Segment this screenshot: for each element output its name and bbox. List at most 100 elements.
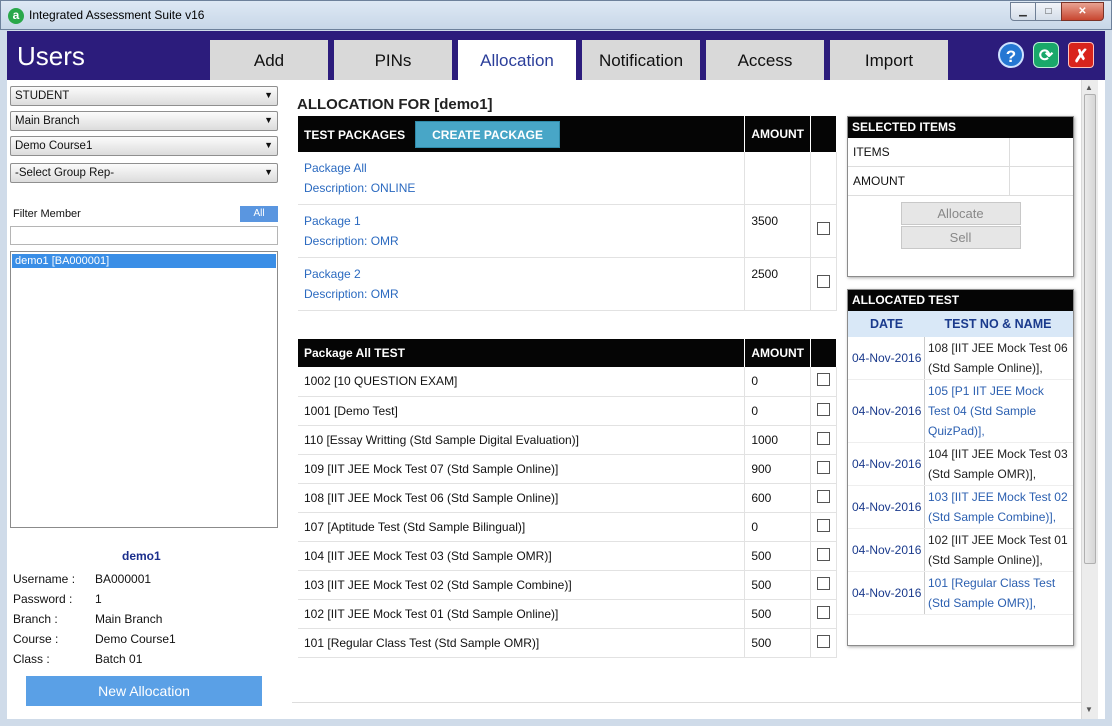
member-list[interactable]: demo1 [BA000001] bbox=[10, 251, 278, 528]
table-row[interactable]: 103 [IIT JEE Mock Test 02 (Std Sample Co… bbox=[298, 570, 837, 600]
test-checkbox[interactable] bbox=[817, 576, 830, 590]
list-item: 04-Nov-2016 101 [Regular Class Test (Std … bbox=[848, 572, 1073, 615]
password-value: 1 bbox=[95, 592, 102, 606]
test-checkbox[interactable] bbox=[817, 634, 830, 648]
branch-value: Main Branch bbox=[95, 612, 163, 626]
allocated-date: 04-Nov-2016 bbox=[848, 337, 925, 379]
scroll-up-icon[interactable]: ▲ bbox=[1085, 83, 1093, 92]
chevron-down-icon: ▼ bbox=[264, 167, 273, 177]
list-item[interactable]: demo1 [BA000001] bbox=[12, 254, 276, 268]
test-name: 1002 [10 QUESTION EXAM] bbox=[298, 367, 746, 397]
table-row[interactable]: 109 [IIT JEE Mock Test 07 (Std Sample On… bbox=[298, 454, 837, 484]
test-name: 109 [IIT JEE Mock Test 07 (Std Sample On… bbox=[298, 454, 746, 484]
exit-icon[interactable]: ✗ bbox=[1068, 42, 1094, 68]
package-checkbox[interactable] bbox=[817, 275, 830, 288]
minimize-button[interactable]: ▁ bbox=[1010, 2, 1036, 21]
table-row[interactable]: 110 [Essay Writting (Std Sample Digital … bbox=[298, 425, 837, 455]
test-checkbox[interactable] bbox=[817, 373, 830, 387]
table-row[interactable]: 1001 [Demo Test] 0 bbox=[298, 396, 837, 426]
table-row[interactable]: 1002 [10 QUESTION EXAM] 0 bbox=[298, 367, 837, 397]
course-select[interactable]: Demo Course1 ▼ bbox=[10, 136, 278, 156]
allocated-test-panel: ALLOCATED TEST DATE TEST NO & NAME 04-No… bbox=[847, 289, 1074, 646]
refresh-icon[interactable]: ⟳ bbox=[1033, 42, 1059, 68]
group-select[interactable]: -Select Group Rep- ▼ bbox=[10, 163, 278, 183]
table-row[interactable]: 107 [Aptitude Test (Std Sample Bilingual… bbox=[298, 512, 837, 542]
test-checkbox[interactable] bbox=[817, 605, 830, 619]
test-name: 103 [IIT JEE Mock Test 02 (Std Sample Co… bbox=[298, 570, 746, 600]
allocated-test-name: 104 [IIT JEE Mock Test 03 (Std Sample OM… bbox=[928, 447, 1068, 481]
allocated-test-name: 108 [IIT JEE Mock Test 06 (Std Sample On… bbox=[928, 341, 1068, 375]
tests-table: Package All TEST AMOUNT 1002 [10 QUESTIO… bbox=[298, 339, 837, 658]
header-bar: Users Add PINs Allocation Notification A… bbox=[7, 31, 1105, 81]
amount-label: AMOUNT bbox=[848, 167, 1010, 195]
packages-header: TEST PACKAGES CREATE PACKAGE bbox=[298, 116, 746, 152]
package-name[interactable]: Package 2 bbox=[304, 264, 738, 284]
allocated-date: 04-Nov-2016 bbox=[848, 486, 925, 528]
list-item: 04-Nov-2016 102 [IIT JEE Mock Test 01 (St… bbox=[848, 529, 1073, 572]
test-checkbox[interactable] bbox=[817, 402, 830, 416]
divider bbox=[292, 702, 1088, 703]
tab-notification[interactable]: Notification bbox=[582, 40, 700, 80]
branch-select[interactable]: Main Branch ▼ bbox=[10, 111, 278, 131]
list-item: 04-Nov-2016 108 [IIT JEE Mock Test 06 (St… bbox=[848, 337, 1073, 380]
table-row[interactable]: 101 [Regular Class Test (Std Sample OMR)… bbox=[298, 628, 837, 658]
test-checkbox[interactable] bbox=[817, 547, 830, 561]
tab-import[interactable]: Import bbox=[830, 40, 948, 80]
tab-access[interactable]: Access bbox=[706, 40, 824, 80]
selected-items-panel: SELECTED ITEMS ITEMS AMOUNT Allocate Sel… bbox=[847, 116, 1074, 277]
allocated-date: 04-Nov-2016 bbox=[848, 529, 925, 571]
package-name[interactable]: Package All bbox=[304, 158, 738, 178]
tests-amount-header: AMOUNT bbox=[744, 339, 811, 367]
test-amount: 0 bbox=[744, 396, 811, 426]
app-logo-icon: a bbox=[8, 8, 24, 24]
table-row[interactable]: 108 [IIT JEE Mock Test 06 (Std Sample On… bbox=[298, 483, 837, 513]
allocated-date: 04-Nov-2016 bbox=[848, 572, 925, 614]
table-row[interactable]: Package 2 Description: OMR 2500 bbox=[298, 257, 837, 311]
package-checkbox[interactable] bbox=[817, 222, 830, 235]
test-name: 102 [IIT JEE Mock Test 01 (Std Sample On… bbox=[298, 599, 746, 629]
table-row[interactable]: Package All Description: ONLINE bbox=[298, 152, 837, 205]
role-select[interactable]: STUDENT ▼ bbox=[10, 86, 278, 106]
sell-button[interactable]: Sell bbox=[900, 226, 1021, 249]
table-row[interactable]: Package 1 Description: OMR 3500 bbox=[298, 204, 837, 258]
package-name[interactable]: Package 1 bbox=[304, 211, 738, 231]
scroll-down-icon[interactable]: ▼ bbox=[1085, 705, 1093, 714]
amount-header: AMOUNT bbox=[744, 116, 811, 152]
date-header: DATE bbox=[869, 317, 904, 331]
list-item: 04-Nov-2016 103 [IIT JEE Mock Test 02 (St… bbox=[848, 486, 1073, 529]
test-amount: 600 bbox=[744, 483, 811, 513]
test-amount: 500 bbox=[744, 570, 811, 600]
table-row[interactable]: 104 [IIT JEE Mock Test 03 (Std Sample OM… bbox=[298, 541, 837, 571]
new-allocation-button[interactable]: New Allocation bbox=[26, 676, 262, 706]
maximize-button[interactable]: □ bbox=[1036, 2, 1061, 21]
main-content: STUDENT ▼ Main Branch ▼ Demo Course1 ▼ -Sel… bbox=[7, 80, 1105, 719]
tab-allocation[interactable]: Allocation bbox=[458, 40, 576, 81]
package-amount: 2500 bbox=[744, 257, 811, 311]
package-description: Description: OMR bbox=[304, 234, 399, 248]
test-name: 110 [Essay Writting (Std Sample Digital … bbox=[298, 425, 746, 455]
scrollbar-thumb[interactable] bbox=[1084, 94, 1096, 564]
test-checkbox[interactable] bbox=[817, 460, 830, 474]
help-icon[interactable]: ? bbox=[998, 42, 1024, 68]
filter-all-button[interactable]: All bbox=[240, 206, 278, 222]
test-checkbox[interactable] bbox=[817, 489, 830, 503]
test-amount: 0 bbox=[744, 512, 811, 542]
filter-member-input[interactable] bbox=[10, 226, 278, 245]
page-title: Users bbox=[17, 41, 85, 71]
package-check-cell bbox=[810, 152, 837, 205]
tab-add[interactable]: Add bbox=[210, 40, 328, 80]
tab-pins[interactable]: PINs bbox=[334, 40, 452, 80]
allocate-button[interactable]: Allocate bbox=[900, 202, 1021, 225]
test-checkbox[interactable] bbox=[817, 518, 830, 532]
test-checkbox[interactable] bbox=[817, 431, 830, 445]
package-description: Description: ONLINE bbox=[304, 181, 416, 195]
create-package-button[interactable]: CREATE PACKAGE bbox=[415, 120, 561, 148]
vertical-scrollbar[interactable]: ▲ ▼ bbox=[1081, 80, 1098, 719]
course-label: Course : bbox=[13, 632, 59, 646]
window-title: Integrated Assessment Suite v16 bbox=[29, 8, 205, 22]
course-select-value: Demo Course1 bbox=[15, 140, 93, 152]
test-amount: 900 bbox=[744, 454, 811, 484]
table-row[interactable]: 102 [IIT JEE Mock Test 01 (Std Sample On… bbox=[298, 599, 837, 629]
close-window-button[interactable]: ✕ bbox=[1061, 2, 1104, 21]
test-name: 1001 [Demo Test] bbox=[298, 396, 746, 426]
